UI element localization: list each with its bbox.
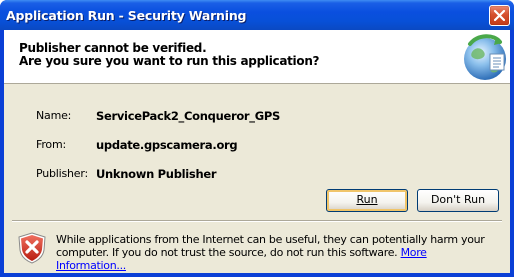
header-publisher-warning: Publisher cannot be verified. — [19, 41, 207, 55]
name-value: ServicePack2_Conqueror_GPS — [96, 109, 280, 123]
from-label: From: — [36, 138, 66, 151]
divider — [12, 220, 502, 222]
name-label: Name: — [36, 109, 72, 122]
run-button-label: Run — [356, 193, 378, 206]
window-title: Application Run - Security Warning — [6, 8, 247, 23]
dont-run-button-label: Don't Run — [430, 193, 486, 206]
dont-run-button[interactable]: Don't Run — [417, 189, 499, 212]
run-button[interactable]: Run — [326, 189, 408, 212]
close-button[interactable] — [489, 5, 510, 26]
shield-warning-icon — [18, 232, 46, 264]
header-question: Are you sure you want to run this applic… — [19, 54, 320, 68]
warning-message: While applications from the Internet can… — [56, 233, 496, 272]
header-panel: Publisher cannot be verified. Are you su… — [4, 30, 510, 84]
publisher-label: Publisher: — [36, 167, 89, 180]
title-bar[interactable]: Application Run - Security Warning — [0, 0, 514, 30]
close-icon — [493, 9, 506, 22]
from-value: update.gpscamera.org — [96, 138, 238, 152]
publisher-value: Unknown Publisher — [96, 167, 217, 181]
globe-icon — [464, 34, 506, 80]
dialog-body: Publisher cannot be verified. Are you su… — [4, 30, 510, 273]
security-warning-dialog: Application Run - Security Warning Publi… — [0, 0, 514, 277]
